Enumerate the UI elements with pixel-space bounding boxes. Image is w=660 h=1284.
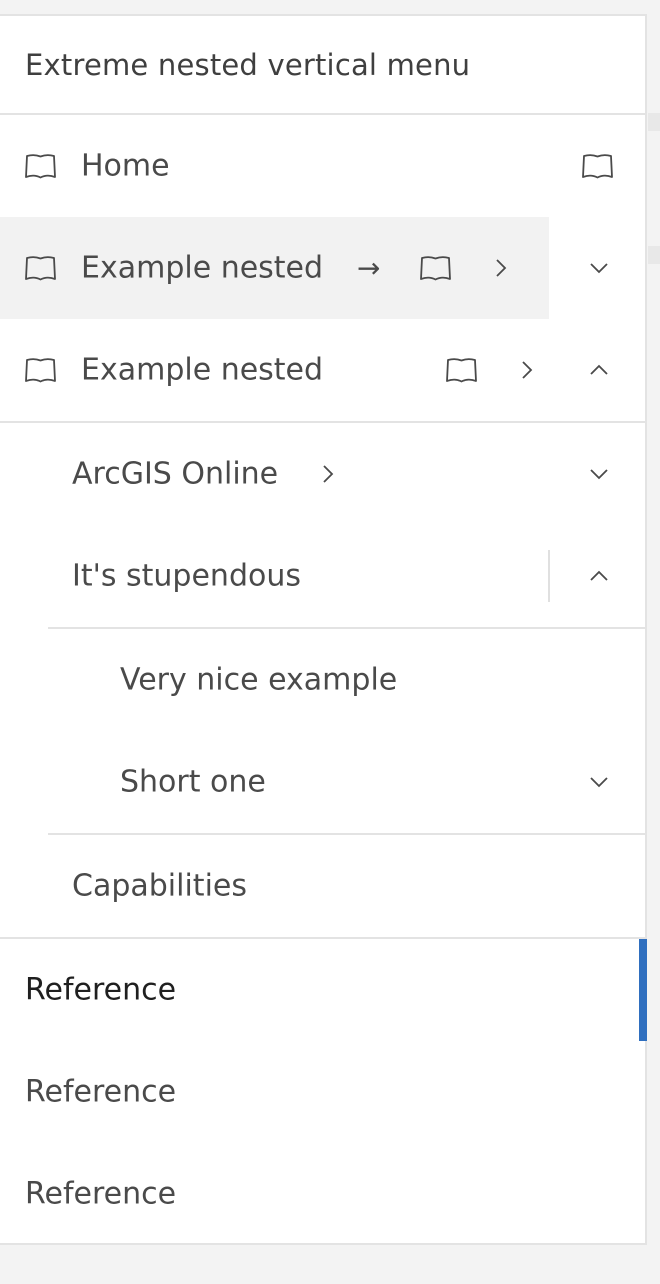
arrow-right-indicator: → — [357, 251, 381, 285]
chevron-down-icon[interactable] — [589, 775, 609, 789]
chevron-right-icon — [494, 257, 508, 279]
submenu-item-capabilities[interactable]: Capabilities — [0, 835, 645, 937]
menu-item-label: Example nested — [81, 250, 324, 286]
submenu-item-label: It's stupendous — [72, 558, 301, 594]
background-fragment — [648, 246, 660, 264]
submenu-item-label: ArcGIS Online — [72, 456, 279, 492]
chevron-up-icon[interactable] — [589, 363, 609, 377]
toggle-separator — [548, 550, 550, 602]
top-strip — [0, 0, 660, 14]
book-icon — [24, 356, 57, 384]
menu-item-example-nested-hover[interactable]: Example nested → — [0, 217, 645, 319]
chevron-down-icon[interactable] — [589, 467, 609, 481]
background-fragment — [648, 113, 660, 131]
submenu-item-label: Short one — [120, 764, 266, 800]
menu-item-label: Example nested — [81, 352, 324, 388]
menu-item-reference[interactable]: Reference — [0, 1041, 645, 1143]
book-icon — [419, 254, 452, 282]
menu-item-example-nested-expanded[interactable]: Example nested — [0, 319, 645, 421]
menu-item-reference[interactable]: Reference — [0, 1143, 645, 1245]
active-indicator — [639, 939, 647, 1041]
vertical-menu: Extreme nested vertical menu Home Exampl… — [0, 14, 647, 1245]
submenu-item-very-nice-example[interactable]: Very nice example — [0, 629, 645, 731]
menu-item-label: Home — [81, 148, 170, 184]
menu-item-reference-current[interactable]: Reference — [0, 939, 647, 1041]
book-icon — [581, 152, 614, 180]
submenu-item-arcgis-online[interactable]: ArcGIS Online — [0, 423, 645, 525]
submenu-item-short-one[interactable]: Short one — [0, 731, 645, 833]
menu-item-label: Reference — [25, 1074, 177, 1110]
chevron-right-icon — [321, 463, 335, 485]
chevron-right-icon — [520, 359, 534, 381]
menu-item-home[interactable]: Home — [0, 115, 645, 217]
menu-header: Extreme nested vertical menu — [0, 16, 645, 115]
book-icon — [24, 254, 57, 282]
chevron-down-icon[interactable] — [589, 261, 609, 275]
submenu-item-its-stupendous[interactable]: It's stupendous — [0, 525, 645, 627]
book-icon — [445, 356, 478, 384]
menu-title: Extreme nested vertical menu — [25, 47, 471, 82]
submenu-item-label: Very nice example — [120, 662, 398, 698]
book-icon — [24, 152, 57, 180]
menu-item-label: Reference — [25, 972, 177, 1008]
chevron-up-icon[interactable] — [589, 569, 609, 583]
submenu-item-label: Capabilities — [72, 868, 247, 904]
menu-item-label: Reference — [25, 1176, 177, 1212]
